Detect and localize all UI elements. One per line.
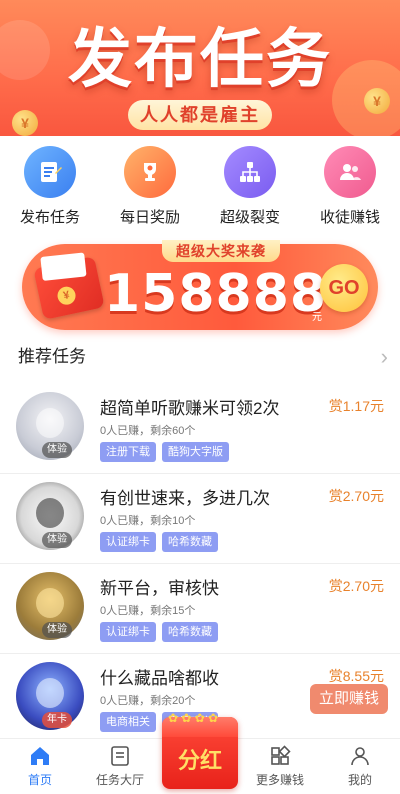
nav-task-hall[interactable]: 任务大厅 xyxy=(80,739,160,794)
task-meta: 0人已赚，剩余10个 xyxy=(100,515,196,527)
task-title: 超简单听歌赚米可领2次 xyxy=(100,399,280,418)
task-meta: 0人已赚，剩余60个 xyxy=(100,425,196,437)
task-tags: 认证绑卡 哈希数藏 xyxy=(100,622,218,642)
nav-home[interactable]: 首页 xyxy=(0,739,80,794)
top-banner[interactable]: ¥ ¥ 发布任务 人人都是雇主 xyxy=(0,0,400,136)
task-item[interactable]: 体验 超简单听歌赚米可领2次 赏1.17元 0人已赚，剩余60个 注册下载 酷狗… xyxy=(0,384,400,474)
earn-now-button[interactable]: 立即赚钱 xyxy=(310,684,388,714)
quick-action-split[interactable]: 超级裂变 xyxy=(205,146,295,232)
nav-label: 更多赚钱 xyxy=(255,773,304,787)
nav-mine[interactable]: 我的 xyxy=(320,739,400,794)
grid-apps-icon xyxy=(271,745,291,765)
home-icon xyxy=(31,747,49,765)
quick-actions: 发布任务 每日奖励 超级裂变 收徒赚钱 xyxy=(0,146,400,232)
promo-amount: 158888 xyxy=(104,264,328,324)
task-tag: 认证绑卡 xyxy=(100,532,156,552)
banner-subtitle: 人人都是雇主 xyxy=(128,100,272,130)
task-reward: 赏8.55元 xyxy=(328,668,384,684)
task-tag: 电商相关 xyxy=(100,712,156,732)
avatar-badge: 年卡 xyxy=(42,712,72,728)
trophy-icon xyxy=(124,146,176,198)
flower-icon: ✿ ✿ ✿ ✿ xyxy=(168,711,219,725)
task-reward: 赏2.70元 xyxy=(328,578,384,594)
nav-label: 我的 xyxy=(347,773,372,787)
task-meta: 0人已赚，剩余15个 xyxy=(100,605,196,617)
go-button[interactable]: GO xyxy=(320,264,368,312)
promo-tag: 超级大奖来袭 xyxy=(162,240,280,262)
promo-unit: 元 xyxy=(312,312,322,323)
task-list: 体验 超简单听歌赚米可领2次 赏1.17元 0人已赚，剩余60个 注册下载 酷狗… xyxy=(0,384,400,744)
task-title: 什么藏品啥都收 xyxy=(100,669,219,688)
section-title: 推荐任务 xyxy=(18,347,86,366)
quick-action-label: 收徒赚钱 xyxy=(319,209,380,226)
edit-document-icon xyxy=(24,146,76,198)
quick-action-daily-reward[interactable]: 每日奖励 xyxy=(105,146,195,232)
red-envelope-icon: ¥ xyxy=(33,256,105,320)
avatar-badge: 体验 xyxy=(42,622,72,638)
task-meta: 0人已赚，剩余20个 xyxy=(100,695,196,707)
recommended-tasks-header[interactable]: 推荐任务 › xyxy=(18,344,388,370)
quick-action-recruit[interactable]: 收徒赚钱 xyxy=(305,146,395,232)
task-tag: 哈希数藏 xyxy=(162,532,218,552)
quick-action-label: 发布任务 xyxy=(19,209,80,226)
nav-dividend[interactable]: ✿ ✿ ✿ ✿ 分红 xyxy=(160,711,240,794)
nav-more-earnings[interactable]: 更多赚钱 xyxy=(240,739,320,794)
quick-action-label: 每日奖励 xyxy=(119,209,180,226)
dividend-envelope-button[interactable]: ✿ ✿ ✿ ✿ 分红 xyxy=(162,711,238,789)
dividend-label: 分红 xyxy=(177,748,222,773)
task-reward: 赏1.17元 xyxy=(328,398,384,414)
jackpot-promo-banner[interactable]: 超级大奖来袭 ¥ 158888 元 GO xyxy=(22,240,378,330)
avatar-badge: 体验 xyxy=(42,442,72,458)
task-tag: 注册下载 xyxy=(100,442,156,462)
task-title: 有创世速来，多进几次 xyxy=(100,489,270,508)
nav-label: 首页 xyxy=(27,773,52,787)
task-item[interactable]: 体验 有创世速来，多进几次 赏2.70元 0人已赚，剩余10个 认证绑卡 哈希数… xyxy=(0,474,400,564)
network-split-icon xyxy=(224,146,276,198)
task-reward: 赏2.70元 xyxy=(328,488,384,504)
task-tag: 认证绑卡 xyxy=(100,622,156,642)
banner-title: 发布任务 xyxy=(68,23,332,97)
task-tag: 哈希数藏 xyxy=(162,622,218,642)
chevron-right-icon[interactable]: › xyxy=(381,344,388,370)
task-item[interactable]: 体验 新平台，审核快 赏2.70元 0人已赚，剩余15个 认证绑卡 哈希数藏 xyxy=(0,564,400,654)
task-tags: 认证绑卡 哈希数藏 xyxy=(100,532,218,552)
task-title: 新平台，审核快 xyxy=(100,579,219,598)
task-tags: 注册下载 酷狗大字版 xyxy=(100,442,229,462)
quick-action-publish[interactable]: 发布任务 xyxy=(5,146,95,232)
users-icon xyxy=(324,146,376,198)
task-tag: 酷狗大字版 xyxy=(162,442,229,462)
list-document-icon xyxy=(111,746,129,766)
nav-label: 任务大厅 xyxy=(95,773,144,787)
quick-action-label: 超级裂变 xyxy=(219,209,280,226)
coin-icon: ¥ xyxy=(12,110,38,136)
bottom-nav: 首页 任务大厅 ✿ ✿ ✿ ✿ 分红 更多赚钱 我的 xyxy=(0,711,400,794)
user-icon xyxy=(351,747,369,766)
avatar-badge: 体验 xyxy=(42,532,72,548)
